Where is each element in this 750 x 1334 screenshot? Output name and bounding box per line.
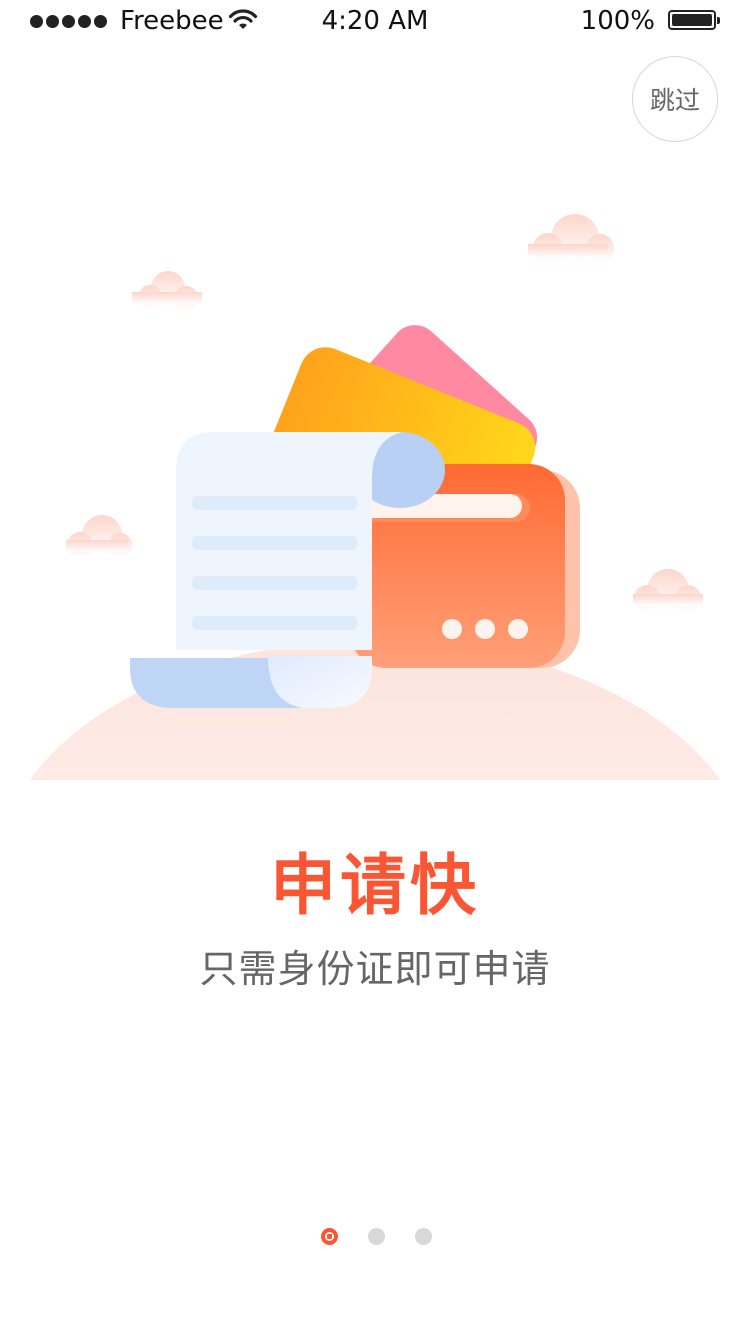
status-bar: Freebee 4:20 AM 100% [0,0,750,44]
onboarding-title: 申请快 [270,847,480,924]
onboarding-subtitle: 只需身份证即可申请 [199,947,551,991]
wallet-dot [475,619,495,639]
wallet-dot [442,619,462,639]
hero-illustration [29,214,721,780]
cloud-icon [528,214,614,263]
page-indicator [0,1228,750,1248]
wallet-dot [508,619,528,639]
cloud-icon [66,515,132,558]
page-dot-active[interactable] [321,1228,338,1245]
battery-icon [668,10,720,30]
cloud-icon [132,271,202,310]
page-dot[interactable] [415,1228,432,1245]
cloud-icon [633,569,703,611]
skip-button[interactable]: 跳过 [632,56,718,142]
battery-percent: 100% [580,6,655,36]
page-dot[interactable] [368,1228,385,1245]
